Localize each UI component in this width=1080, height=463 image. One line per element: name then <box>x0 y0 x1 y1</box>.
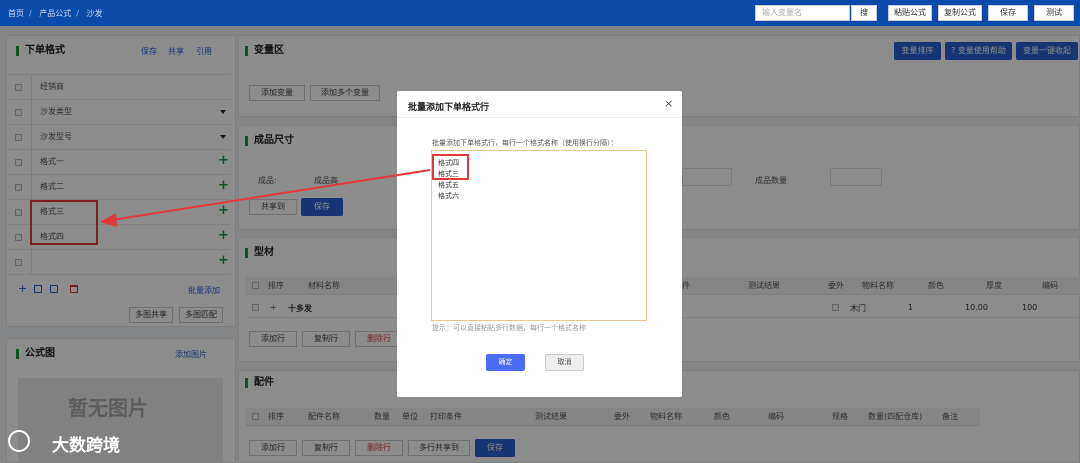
annotation-arrow-icon <box>100 169 431 227</box>
watermark-text: 大数跨境 <box>52 436 120 456</box>
watermark-logo-icon <box>8 430 30 452</box>
